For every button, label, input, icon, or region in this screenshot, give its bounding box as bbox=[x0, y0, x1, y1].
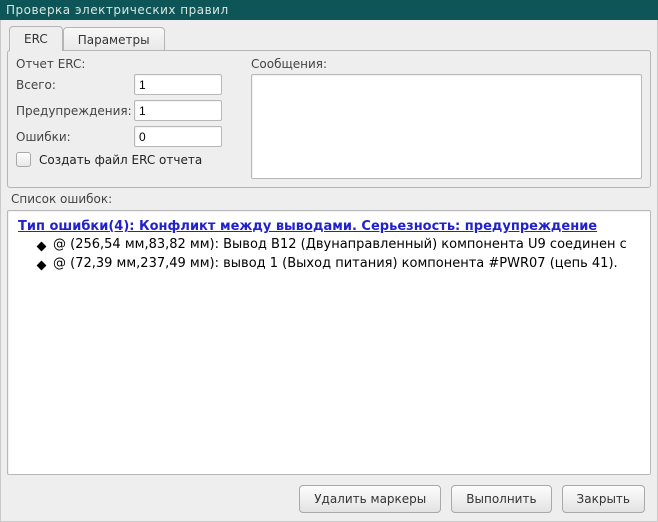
titlebar: Проверка электрических правил bbox=[0, 0, 658, 20]
delete-markers-button[interactable]: Удалить маркеры bbox=[299, 485, 441, 513]
messages-box[interactable] bbox=[251, 74, 642, 179]
create-report-label: Создать файл ERC отчета bbox=[39, 153, 202, 167]
tab-panel-erc: Отчет ERC: Всего: Предупреждения: Ошибки… bbox=[7, 50, 651, 188]
error-item-text: @ (256,54 мм,83,82 мм): Вывод B12 (Двуна… bbox=[53, 237, 627, 253]
create-report-checkbox[interactable] bbox=[16, 152, 31, 167]
messages-label: Сообщения: bbox=[251, 57, 642, 71]
bullet-icon bbox=[37, 261, 47, 271]
tab-erc[interactable]: ERC bbox=[9, 26, 63, 51]
buttons-row: Удалить маркеры Выполнить Закрыть bbox=[7, 475, 651, 515]
error-list-label: Список ошибок: bbox=[11, 192, 651, 206]
close-button[interactable]: Закрыть bbox=[562, 485, 645, 513]
errors-label: Ошибки: bbox=[16, 130, 134, 144]
error-list-box[interactable]: Тип ошибки(4): Конфликт между выводами. … bbox=[7, 210, 651, 475]
total-label: Всего: bbox=[16, 78, 134, 92]
erc-report-label: Отчет ERC: bbox=[16, 57, 241, 71]
list-item[interactable]: @ (72,39 мм,237,49 мм): вывод 1 (Выход п… bbox=[38, 256, 640, 272]
run-button[interactable]: Выполнить bbox=[451, 485, 551, 513]
total-input[interactable] bbox=[134, 74, 222, 95]
errors-input[interactable] bbox=[134, 126, 222, 147]
error-item-text: @ (72,39 мм,237,49 мм): вывод 1 (Выход п… bbox=[53, 256, 618, 272]
warnings-label: Предупреждения: bbox=[16, 104, 134, 118]
error-list-section: Список ошибок: Тип ошибки(4): Конфликт м… bbox=[7, 192, 651, 475]
tabbar: ERC Параметры bbox=[7, 25, 651, 50]
bullet-icon bbox=[37, 242, 47, 252]
warnings-input[interactable] bbox=[134, 100, 222, 121]
erc-report-group: Отчет ERC: Всего: Предупреждения: Ошибки… bbox=[16, 57, 241, 179]
list-item[interactable]: @ (256,54 мм,83,82 мм): Вывод B12 (Двуна… bbox=[38, 237, 640, 253]
create-report-row[interactable]: Создать файл ERC отчета bbox=[16, 152, 241, 167]
tab-parameters[interactable]: Параметры bbox=[63, 27, 165, 52]
messages-group: Сообщения: bbox=[251, 57, 642, 179]
window-title: Проверка электрических правил bbox=[6, 3, 229, 17]
window-body: ERC Параметры Отчет ERC: Всего: Предупре… bbox=[0, 20, 658, 522]
error-heading-link[interactable]: Тип ошибки(4): Конфликт между выводами. … bbox=[18, 219, 640, 234]
